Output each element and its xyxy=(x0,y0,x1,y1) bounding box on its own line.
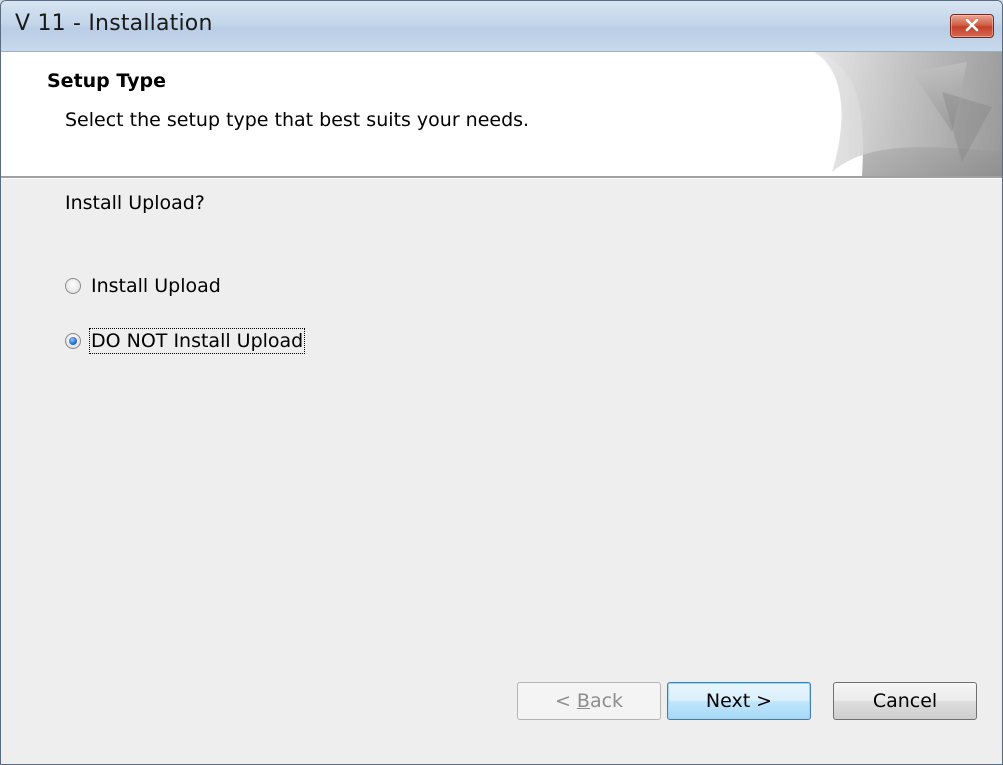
page-subtitle: Select the setup type that best suits yo… xyxy=(65,109,530,131)
back-accelerator: B xyxy=(576,690,590,712)
option-install-upload[interactable]: Install Upload xyxy=(65,271,222,301)
window-title: V 11 - Installation xyxy=(15,11,213,36)
close-x-icon xyxy=(965,19,979,32)
option-do-not-install-upload[interactable]: DO NOT Install Upload xyxy=(65,326,306,356)
page-title: Setup Type xyxy=(47,70,166,92)
close-button[interactable] xyxy=(950,14,994,38)
content-area: Install Upload? Install Upload DO NOT In… xyxy=(1,178,1002,764)
page-curl-graphic xyxy=(811,52,1002,176)
radio-button-selected[interactable] xyxy=(65,333,81,349)
option-label[interactable]: DO NOT Install Upload xyxy=(88,328,306,354)
back-rest: ack xyxy=(589,690,624,712)
title-bar[interactable]: V 11 - Installation xyxy=(1,1,1002,52)
installer-window: V 11 - Installation Setup Type Select th… xyxy=(0,0,1003,765)
header-banner: Setup Type Select the setup type that be… xyxy=(1,52,1002,178)
back-prefix: < xyxy=(554,690,577,712)
next-button[interactable]: Next > xyxy=(667,682,811,720)
question-label: Install Upload? xyxy=(65,192,205,214)
option-label[interactable]: Install Upload xyxy=(90,274,222,298)
back-button[interactable]: < Back xyxy=(517,682,661,720)
radio-button[interactable] xyxy=(65,278,81,294)
cancel-button[interactable]: Cancel xyxy=(833,682,977,720)
